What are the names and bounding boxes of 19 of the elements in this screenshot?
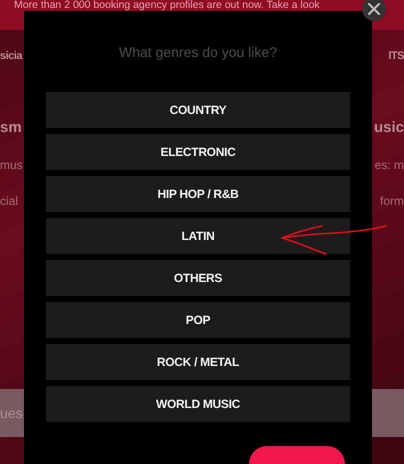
dialog-title: What genres do you like? <box>119 44 277 60</box>
genre-button[interactable]: LATIN <box>46 218 350 254</box>
background-text: cial <box>0 194 18 208</box>
background-text: usic <box>374 118 404 136</box>
background-text: mus <box>0 158 23 172</box>
banner-text: More than 2 000 booking agency profiles are out now. Take a look <box>14 0 320 11</box>
genre-button[interactable]: OTHERS <box>46 260 350 296</box>
genre-button[interactable]: ELECTRONIC <box>46 134 350 170</box>
genre-button[interactable]: HIP HOP / R&B <box>46 176 350 212</box>
background-text: es: m <box>374 158 404 172</box>
background-text: sicia <box>0 50 22 62</box>
background-text: form <box>380 194 404 208</box>
background-text: ITS <box>388 50 404 62</box>
close-icon <box>368 3 380 15</box>
genre-button[interactable]: ROCK / METAL <box>46 344 350 380</box>
genre-button[interactable]: COUNTRY <box>46 92 350 128</box>
genre-button[interactable]: WORLD MUSIC <box>46 386 350 422</box>
background-text: sm <box>0 118 22 136</box>
genre-button[interactable]: POP <box>46 302 350 338</box>
